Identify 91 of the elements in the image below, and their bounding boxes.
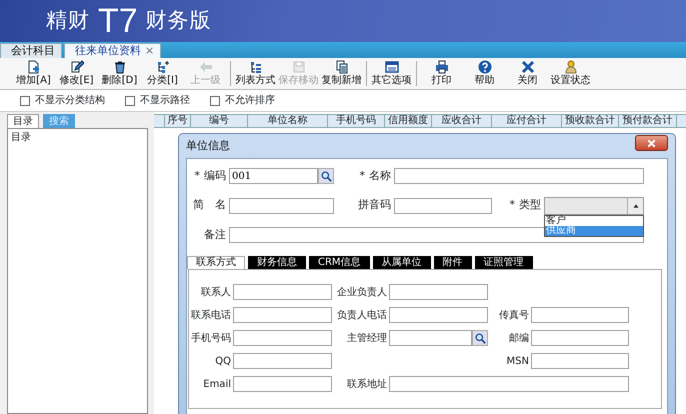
column-header[interactable]: 预收款合计	[562, 115, 619, 127]
field-label: 主管经理	[346, 332, 388, 346]
field-label: 邮编	[508, 332, 530, 346]
trash-icon	[112, 60, 126, 74]
toolbar-button[interactable]: 复制新增	[320, 58, 363, 89]
search-icon	[474, 332, 486, 344]
checkbox[interactable]	[20, 96, 30, 106]
input-field[interactable]	[531, 330, 629, 346]
brand-name: 精财	[46, 7, 90, 34]
product-name: 财务版	[146, 7, 212, 34]
toolbar-button[interactable]: 增加[A]	[12, 58, 55, 89]
input-field[interactable]	[531, 307, 629, 323]
column-header[interactable]: 手机号码	[328, 115, 385, 127]
checkbox-label[interactable]: 不显示路径	[140, 93, 190, 108]
column-header[interactable]: 序号	[165, 115, 191, 127]
field-label: 联系人	[200, 286, 232, 300]
toolbar-button[interactable]: 修改[E]	[55, 58, 98, 89]
input-field[interactable]	[394, 168, 644, 184]
tree-item[interactable]: 目录	[11, 130, 144, 145]
column-header[interactable]: 信用额度	[385, 115, 432, 127]
dropdown-option[interactable]: 客户	[545, 216, 643, 226]
field-label: 联系地址	[346, 378, 388, 392]
form-tab[interactable]: 从属单位	[372, 256, 431, 269]
close-button[interactable]	[635, 135, 668, 151]
input-field[interactable]	[233, 284, 332, 300]
lookup-button[interactable]	[472, 330, 488, 346]
field-label: * 名称	[358, 168, 392, 184]
column-header[interactable]: 应付合计	[492, 115, 562, 127]
toolbar-button[interactable]: 列表方式	[234, 58, 277, 89]
field-label: Email	[202, 378, 232, 392]
input-field[interactable]	[389, 330, 472, 346]
search-icon	[320, 170, 332, 182]
toolbar-button[interactable]: 删除[D]	[98, 58, 141, 89]
form-tab[interactable]: 附件	[434, 256, 472, 269]
checkbox[interactable]	[125, 96, 135, 106]
type-select[interactable]	[544, 196, 644, 214]
toolbar-button[interactable]: 设置状态	[549, 58, 592, 89]
field-label: QQ	[214, 354, 232, 368]
field-label: 备注	[203, 226, 227, 242]
figure-icon	[564, 60, 578, 74]
input-field[interactable]	[233, 376, 332, 392]
caret-icon	[632, 202, 638, 208]
hierarchy-icon	[156, 60, 170, 74]
input-field[interactable]	[389, 376, 629, 392]
toolbar-button[interactable]: 打印	[420, 58, 463, 89]
form-tab[interactable]: CRM信息	[309, 256, 370, 269]
dialog-title: 单位信息	[186, 138, 230, 154]
form-tab[interactable]: 财务信息	[248, 256, 306, 269]
document-tab[interactable]: 会计科目	[0, 43, 62, 58]
checkbox[interactable]	[210, 96, 220, 106]
panel-tab[interactable]: 目录	[7, 114, 39, 128]
field-label: 简 名	[192, 197, 227, 214]
field-label: 企业负责人	[336, 286, 388, 300]
field-label: MSN	[506, 354, 530, 368]
field-label: 传真号	[498, 308, 530, 322]
checkbox-label[interactable]: 不允许排序	[225, 93, 275, 108]
toolbar-button[interactable]: 帮助	[463, 58, 506, 89]
left-arrow-icon	[198, 60, 212, 74]
input-field[interactable]	[233, 307, 332, 323]
toolbar-button[interactable]: 其它选项	[370, 58, 413, 89]
form-tab[interactable]: 联系方式	[187, 256, 245, 269]
input-field[interactable]	[394, 198, 492, 214]
column-header[interactable]: 编号	[191, 115, 248, 127]
close-tab-button[interactable]: ×	[145, 44, 154, 58]
brand-logo: T7	[98, 4, 138, 38]
input-field[interactable]	[531, 353, 629, 369]
close-icon	[647, 138, 656, 148]
form-tab[interactable]: 证照管理	[474, 256, 533, 269]
toolbar-button[interactable]: 关闭	[506, 58, 549, 89]
input-field[interactable]: 001	[229, 168, 318, 184]
close-icon	[520, 60, 534, 74]
list-icon	[248, 60, 262, 74]
lookup-button[interactable]	[318, 168, 334, 184]
column-header[interactable]: 应收合计	[432, 115, 492, 127]
input-field[interactable]	[233, 353, 332, 369]
field-label: 联系电话	[190, 308, 232, 322]
input-field[interactable]	[389, 284, 488, 300]
field-label: * 编码	[194, 168, 227, 184]
column-header[interactable]: 单位名称	[248, 115, 328, 127]
field-label: 拼音码	[357, 197, 392, 214]
input-field[interactable]	[389, 307, 488, 323]
field-label: 手机号码	[190, 332, 232, 346]
field-label: 负责人电话	[336, 308, 388, 322]
document-tab[interactable]: 往来单位资料 ×	[64, 43, 162, 58]
input-field[interactable]	[229, 198, 334, 214]
floppy-icon	[292, 60, 306, 74]
input-field[interactable]	[233, 330, 332, 346]
field-label: * 类型	[508, 197, 542, 214]
toolbar-button[interactable]: 分类[I]	[141, 58, 184, 89]
checkbox-label[interactable]: 不显示分类结构	[35, 93, 105, 108]
column-header[interactable]: 预付款合计	[619, 115, 677, 127]
